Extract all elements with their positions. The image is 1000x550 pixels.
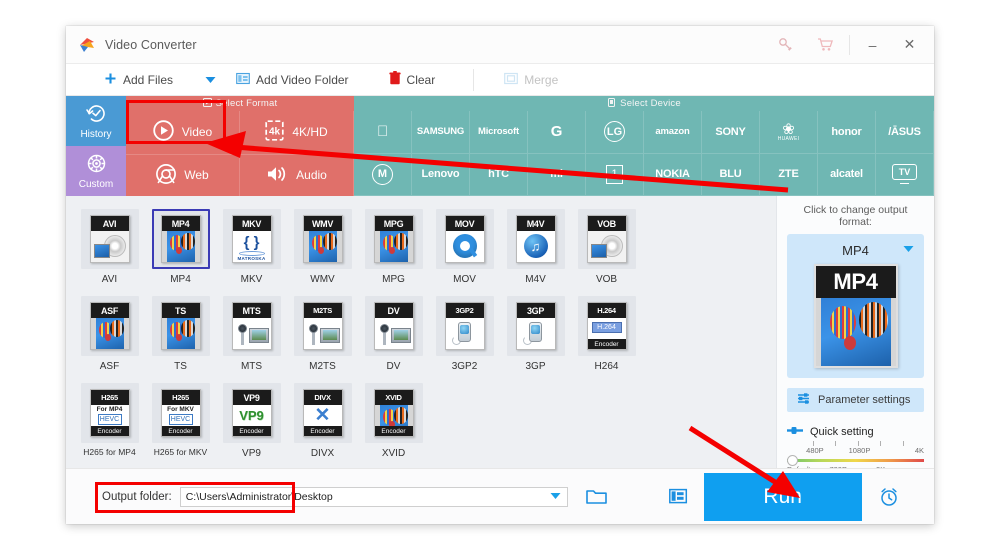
screenshot-root: Video Converter – ✕ Add Files Add Video … <box>0 0 1000 550</box>
annotation-arrow-to-run <box>688 425 800 498</box>
